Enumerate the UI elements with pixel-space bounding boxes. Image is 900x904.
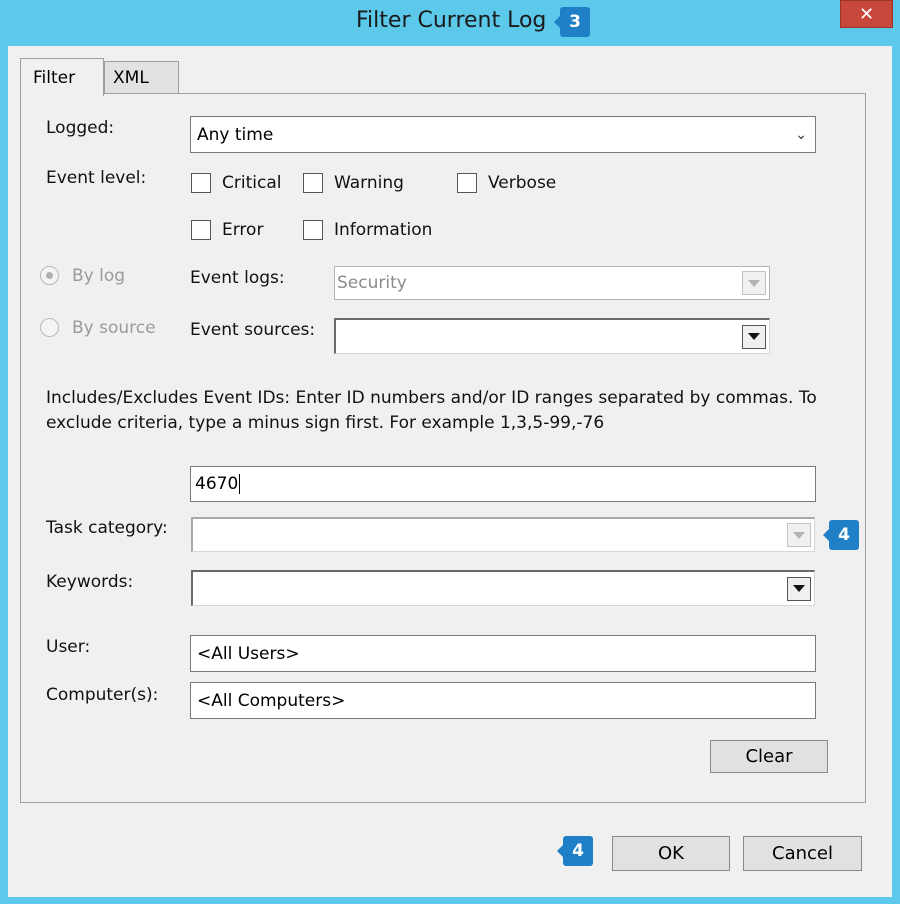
close-button[interactable]: ✕: [840, 0, 893, 28]
keywords-label: Keywords:: [46, 572, 134, 592]
computers-label: Computer(s):: [46, 685, 159, 705]
logged-label: Logged:: [46, 118, 115, 138]
error-label: Error: [222, 220, 264, 240]
annotation-badge-task-category: 4: [823, 520, 859, 550]
annotation-badge-title: 3: [554, 7, 590, 37]
close-icon: ✕: [858, 3, 875, 25]
by-source-label: By source: [72, 318, 156, 338]
cancel-button-label: Cancel: [772, 843, 833, 864]
task-category-label: Task category:: [46, 518, 168, 538]
tab-xml[interactable]: XML: [104, 61, 179, 94]
clear-button-label: Clear: [745, 746, 793, 767]
critical-checkbox[interactable]: [191, 173, 211, 193]
event-ids-description: Includes/Excludes Event IDs: Enter ID nu…: [46, 388, 817, 433]
task-category-select[interactable]: [191, 517, 815, 552]
chevron-down-icon: ⌄: [795, 126, 807, 143]
text-cursor: [239, 474, 241, 494]
tab-filter-label: Filter: [33, 67, 76, 88]
dropdown-arrow-icon: [742, 271, 766, 295]
title-bar: Filter Current Log 3 ✕: [0, 0, 900, 46]
event-sources-select[interactable]: [334, 318, 770, 354]
by-source-radio[interactable]: [40, 318, 59, 337]
error-checkbox[interactable]: [191, 220, 211, 240]
dropdown-arrow-icon: [787, 523, 811, 547]
computers-value: <All Computers>: [197, 690, 346, 711]
window-title: Filter Current Log: [356, 8, 547, 33]
event-ids-input[interactable]: 4670: [190, 466, 816, 502]
information-checkbox[interactable]: [303, 220, 323, 240]
user-label: User:: [46, 637, 91, 657]
logged-value: Any time: [197, 124, 274, 145]
event-logs-value: Security: [337, 273, 407, 293]
cancel-button[interactable]: Cancel: [743, 836, 862, 871]
event-logs-label: Event logs:: [190, 268, 285, 288]
ok-button-label: OK: [658, 843, 684, 864]
keywords-select[interactable]: [191, 570, 815, 606]
by-log-label: By log: [72, 266, 126, 286]
event-ids-value: 4670: [195, 474, 239, 494]
event-sources-label: Event sources:: [190, 320, 316, 340]
user-value: <All Users>: [197, 643, 300, 664]
dropdown-arrow-icon: [742, 324, 766, 349]
event-level-label: Event level:: [46, 168, 147, 188]
annotation-badge-ok: 4: [557, 836, 593, 866]
verbose-label: Verbose: [488, 173, 557, 193]
information-label: Information: [334, 220, 433, 240]
critical-label: Critical: [222, 173, 282, 193]
warning-label: Warning: [334, 173, 404, 193]
ok-button[interactable]: OK: [612, 836, 730, 871]
verbose-checkbox[interactable]: [457, 173, 477, 193]
computers-input[interactable]: <All Computers>: [190, 682, 816, 719]
logged-select[interactable]: Any time ⌄: [190, 116, 816, 153]
user-input[interactable]: <All Users>: [190, 635, 816, 672]
warning-checkbox[interactable]: [303, 173, 323, 193]
clear-button[interactable]: Clear: [710, 740, 828, 773]
tab-xml-label: XML: [113, 68, 149, 88]
tab-filter[interactable]: Filter: [20, 58, 104, 96]
event-logs-select[interactable]: Security: [334, 266, 770, 300]
by-log-radio[interactable]: [40, 266, 59, 285]
dropdown-arrow-icon: [787, 576, 811, 601]
